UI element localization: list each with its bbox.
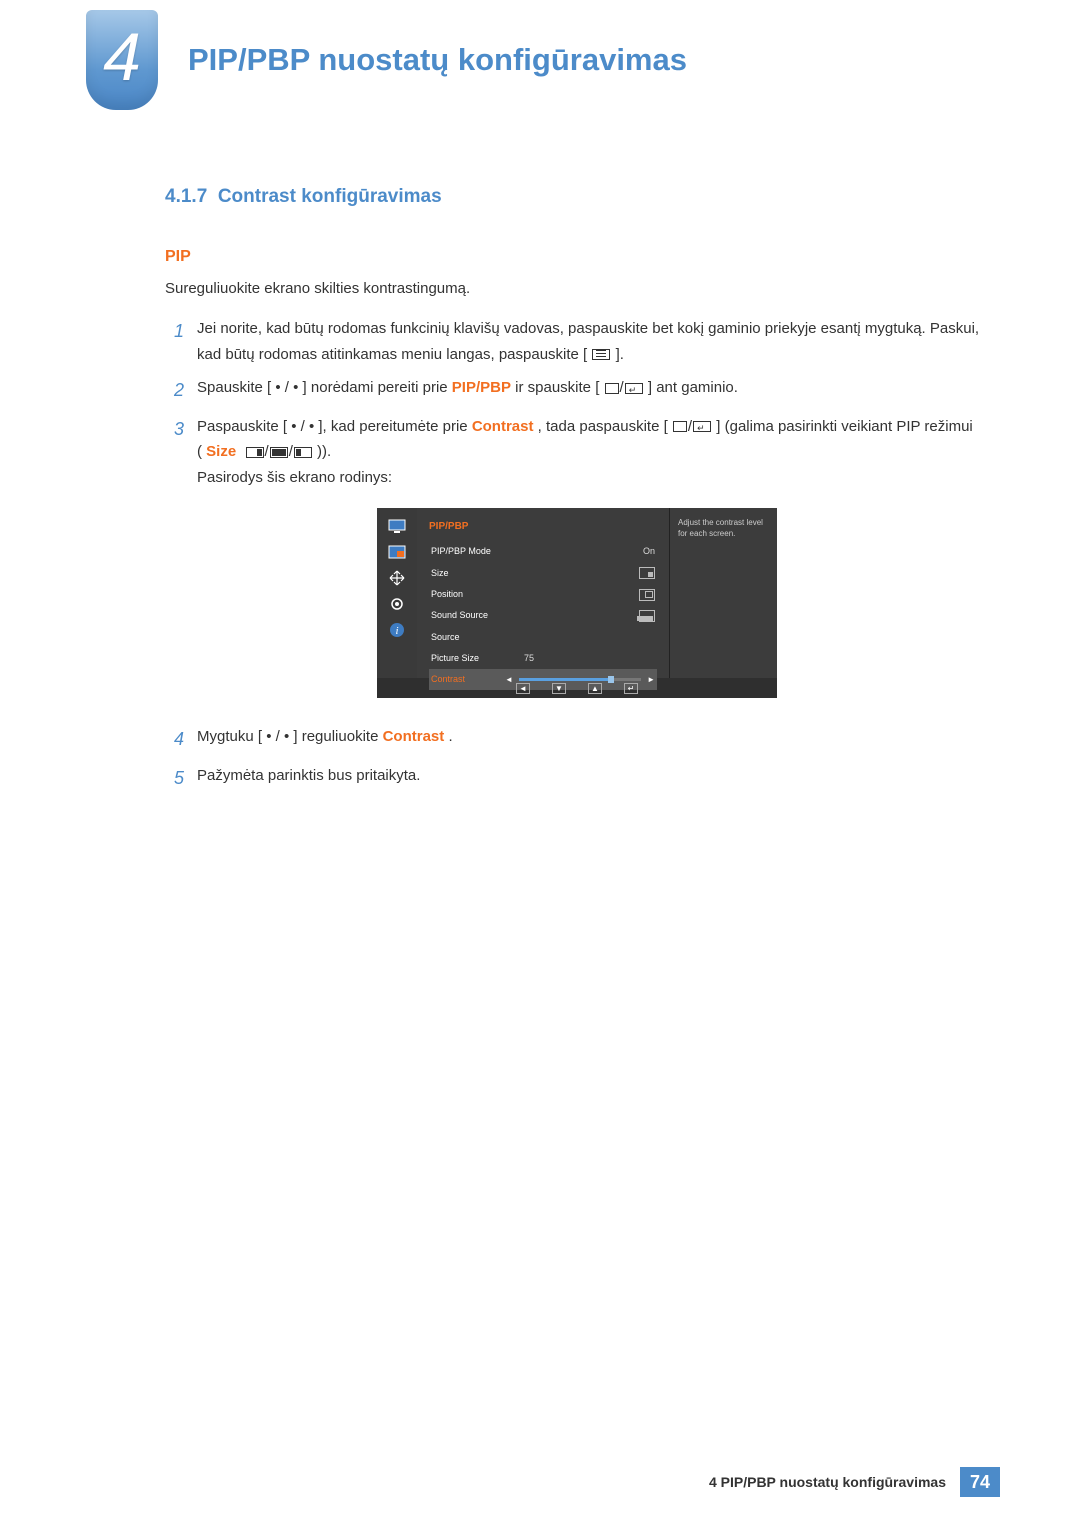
step-number: 4	[165, 724, 193, 755]
size-value-icon	[639, 567, 655, 579]
chapter-title: PIP/PBP nuostatų konfigūravimas	[188, 42, 687, 78]
right-arrow-icon: ►	[647, 673, 655, 687]
nav-enter-icon: ↵	[624, 683, 638, 694]
move-icon	[388, 570, 406, 586]
size-large-icon	[294, 447, 312, 458]
footer: 4 PIP/PBP nuostatų konfigūravimas 74	[709, 1467, 1000, 1497]
position-value-icon	[639, 589, 655, 601]
footer-text: 4 PIP/PBP nuostatų konfigūravimas	[709, 1474, 946, 1490]
step-body: Paspauskite [ • / • ], kad pereitumėte p…	[197, 414, 980, 717]
step-2: 2 Spauskite [ • / • ] norėdami pereiti p…	[165, 375, 980, 406]
nav-left-icon: ◄	[516, 683, 530, 694]
menu-icon	[592, 349, 610, 360]
osd-menu: PIP/PBP PIP/PBP Mode On Size Position	[417, 508, 669, 678]
gear-icon	[388, 596, 406, 612]
section-number: 4.1.7	[165, 186, 207, 207]
pippbp-highlight: PIP/PBP	[452, 379, 511, 396]
step-1: 1 Jei norite, kad būtų rodomas funkcinių…	[165, 316, 980, 367]
section-title: Contrast konfigūravimas	[218, 186, 442, 207]
osd-title: PIP/PBP	[429, 518, 657, 535]
pip-subheading: PIP	[165, 248, 191, 266]
pip-icon	[388, 544, 406, 560]
step-body: Spauskite [ • / • ] norėdami pereiti pri…	[197, 375, 980, 406]
osd-slider-row: 75	[479, 651, 655, 666]
step-number: 3	[165, 414, 193, 717]
size-split-icon	[270, 447, 288, 458]
sound-value-icon	[639, 610, 655, 622]
left-arrow-icon: ◄	[505, 673, 513, 687]
step-number: 2	[165, 375, 193, 406]
info-icon: i	[388, 622, 406, 638]
osd-panel: i PIP/PBP PIP/PBP Mode On Size	[377, 508, 777, 678]
contrast-highlight: Contrast	[383, 728, 445, 745]
contrast-highlight: Contrast	[472, 418, 534, 435]
osd-row-source: Source	[429, 627, 657, 648]
step-body: Pažymėta parinktis bus pritaikyta.	[197, 763, 980, 794]
step-body: Jei norite, kad būtų rodomas funkcinių k…	[197, 316, 980, 367]
step-body: Mygtuku [ • / • ] reguliuokite Contrast …	[197, 724, 980, 755]
osd-help-text: Adjust the contrast level for each scree…	[678, 518, 763, 537]
step-number: 1	[165, 316, 193, 367]
select-enter-icon: /	[672, 414, 712, 440]
osd-row-picsize: Picture Size 75	[429, 648, 657, 669]
steps-list: 1 Jei norite, kad būtų rodomas funkcinių…	[165, 316, 980, 802]
svg-text:i: i	[395, 625, 398, 637]
select-enter-icon: /	[604, 375, 644, 401]
osd-sidebar: i	[377, 508, 417, 678]
page-number: 74	[960, 1467, 1000, 1497]
contrast-slider	[519, 678, 641, 681]
osd-help-panel: Adjust the contrast level for each scree…	[669, 508, 777, 678]
chapter-number: 4	[103, 18, 141, 96]
nav-up-icon: ▲	[588, 683, 602, 694]
osd-row-mode: PIP/PBP Mode On	[429, 541, 657, 562]
osd-row-size: Size	[429, 563, 657, 584]
nav-down-icon: ▼	[552, 683, 566, 694]
monitor-icon	[388, 518, 406, 534]
step-5: 5 Pažymėta parinktis bus pritaikyta.	[165, 763, 980, 794]
osd-value: On	[643, 544, 655, 559]
section-heading: 4.1.7 Contrast konfigūravimas	[165, 186, 442, 208]
osd-row-sound: Sound Source	[429, 605, 657, 626]
size-small-icon	[246, 447, 264, 458]
osd-screenshot: i PIP/PBP PIP/PBP Mode On Size	[377, 508, 777, 698]
slider-value: 75	[519, 651, 539, 666]
page: 4 PIP/PBP nuostatų konfigūravimas 4.1.7 …	[0, 0, 1080, 1527]
chapter-badge: 4	[86, 10, 158, 110]
intro-text: Sureguliuokite ekrano skilties kontrasti…	[165, 280, 470, 297]
step-number: 5	[165, 763, 193, 794]
size-highlight: Size	[206, 443, 236, 460]
osd-row-position: Position	[429, 584, 657, 605]
step-3: 3 Paspauskite [ • / • ], kad pereitumėte…	[165, 414, 980, 717]
step-4: 4 Mygtuku [ • / • ] reguliuokite Contras…	[165, 724, 980, 755]
osd-row-contrast: Contrast ◄ ►	[429, 669, 657, 690]
